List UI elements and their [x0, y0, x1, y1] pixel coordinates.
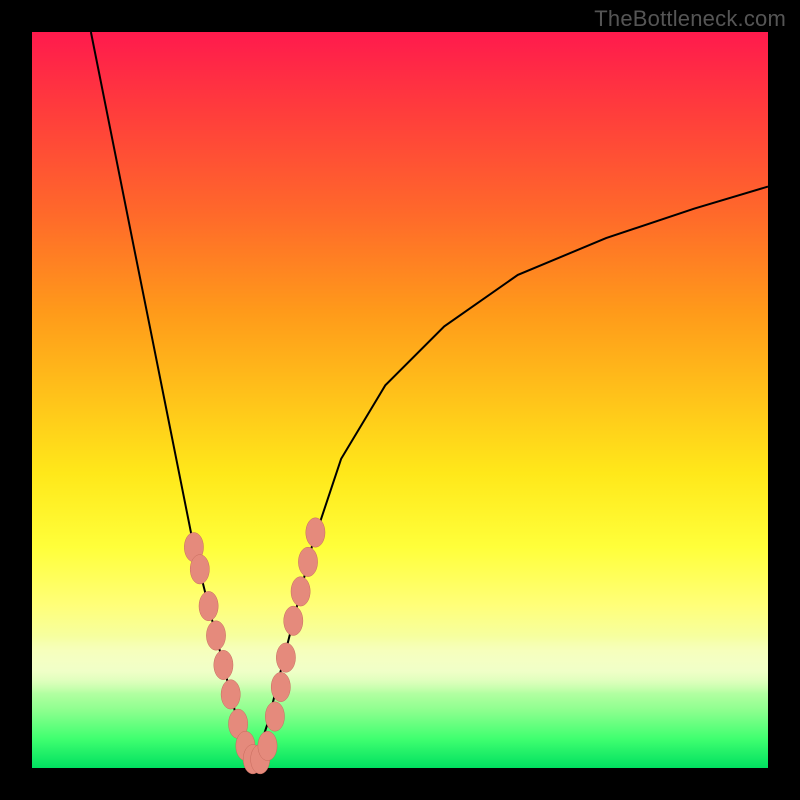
chart-frame: TheBottleneck.com	[0, 0, 800, 800]
data-marker	[298, 547, 317, 576]
data-marker	[190, 555, 209, 584]
data-marker	[291, 577, 310, 606]
data-marker	[265, 702, 284, 731]
data-marker	[284, 606, 303, 635]
curve-layer	[32, 32, 768, 768]
data-marker	[206, 621, 225, 650]
data-marker	[271, 672, 290, 701]
data-marker	[199, 591, 218, 620]
data-marker	[221, 680, 240, 709]
data-marker	[306, 518, 325, 547]
data-marker	[214, 650, 233, 679]
left-branch-curve	[91, 32, 253, 761]
watermark-text: TheBottleneck.com	[594, 6, 786, 32]
data-marker	[276, 643, 295, 672]
data-marker	[258, 731, 277, 760]
data-markers	[184, 518, 325, 774]
right-branch-curve	[253, 187, 768, 761]
plot-area	[32, 32, 768, 768]
